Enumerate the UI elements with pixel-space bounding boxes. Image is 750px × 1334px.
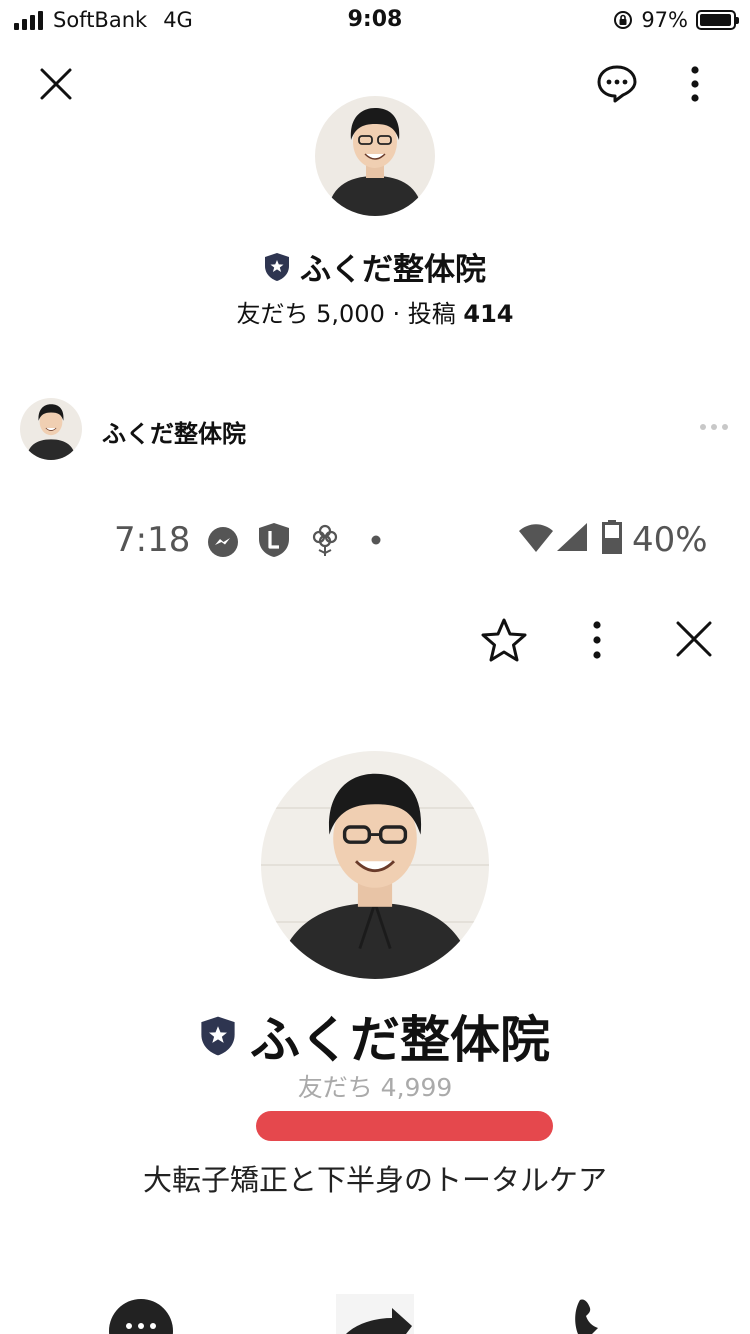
verified-shield-icon [265,252,289,281]
embedded-status-time: 7:18 [114,520,191,560]
close-icon [676,621,712,657]
embedded-battery-percent: 40% [632,520,708,560]
wifi-icon [519,524,553,552]
profile-name-row: ふくだ整体院 [0,244,750,289]
rotation-lock-icon [614,11,633,29]
phone-icon [575,1299,598,1334]
posts-count: 414 [463,300,514,328]
battery-icon [696,10,739,30]
person-photo-icon [20,398,82,460]
battery-percent: 97% [641,8,688,32]
chat-button[interactable] [594,62,640,106]
more-button[interactable] [680,62,710,106]
posts-label: 投稿 [407,300,456,328]
share-arrow-icon [336,1294,414,1334]
embedded-profile-name: ふくだ整体院 [250,1011,550,1069]
cell-signal-icon [557,523,587,551]
profile-avatar[interactable] [315,96,435,216]
redaction-bar [256,1111,553,1141]
star-icon [481,618,527,662]
android-battery-icon [602,520,622,554]
person-photo-icon [315,96,435,216]
dot [722,424,728,430]
chat-bubble-icon [597,65,637,103]
friends-label: 友だち [236,300,309,328]
dot [700,424,706,430]
verified-shield-icon [201,1016,235,1056]
line-shield-icon [259,523,289,557]
close-button[interactable] [36,64,76,104]
stats-separator: · [392,300,401,328]
embedded-name-row: ふくだ整体院 [0,1000,750,1072]
battery-fill [700,14,732,26]
embedded-friends-count: 友だち 4,999 [297,1073,453,1102]
chat-bubble-icon [109,1299,173,1334]
notification-dot-icon [371,535,381,545]
flower-app-icon [312,524,338,556]
post-more-button[interactable] [700,424,728,430]
more-vertical-icon [691,66,699,102]
embedded-tagline: 大転子矯正と下半身のトータルケア [142,1163,607,1197]
status-bar: SoftBank 4G 9:08 97% [0,0,750,40]
friends-count: 5,000 [316,300,385,328]
profile-name: ふくだ整体院 [300,252,486,288]
messenger-icon [208,527,238,557]
close-icon [40,68,72,100]
profile-stats: 友だち 5,000 · 投稿 414 [0,294,750,329]
more-vertical-icon [593,621,601,659]
dot [711,424,717,430]
person-photo-icon [261,751,489,979]
post-author-avatar[interactable] [20,398,82,460]
post-author-name[interactable]: ふくだ整体院 [102,414,246,449]
status-right: 97% [613,8,739,32]
embedded-profile-avatar [261,751,489,979]
